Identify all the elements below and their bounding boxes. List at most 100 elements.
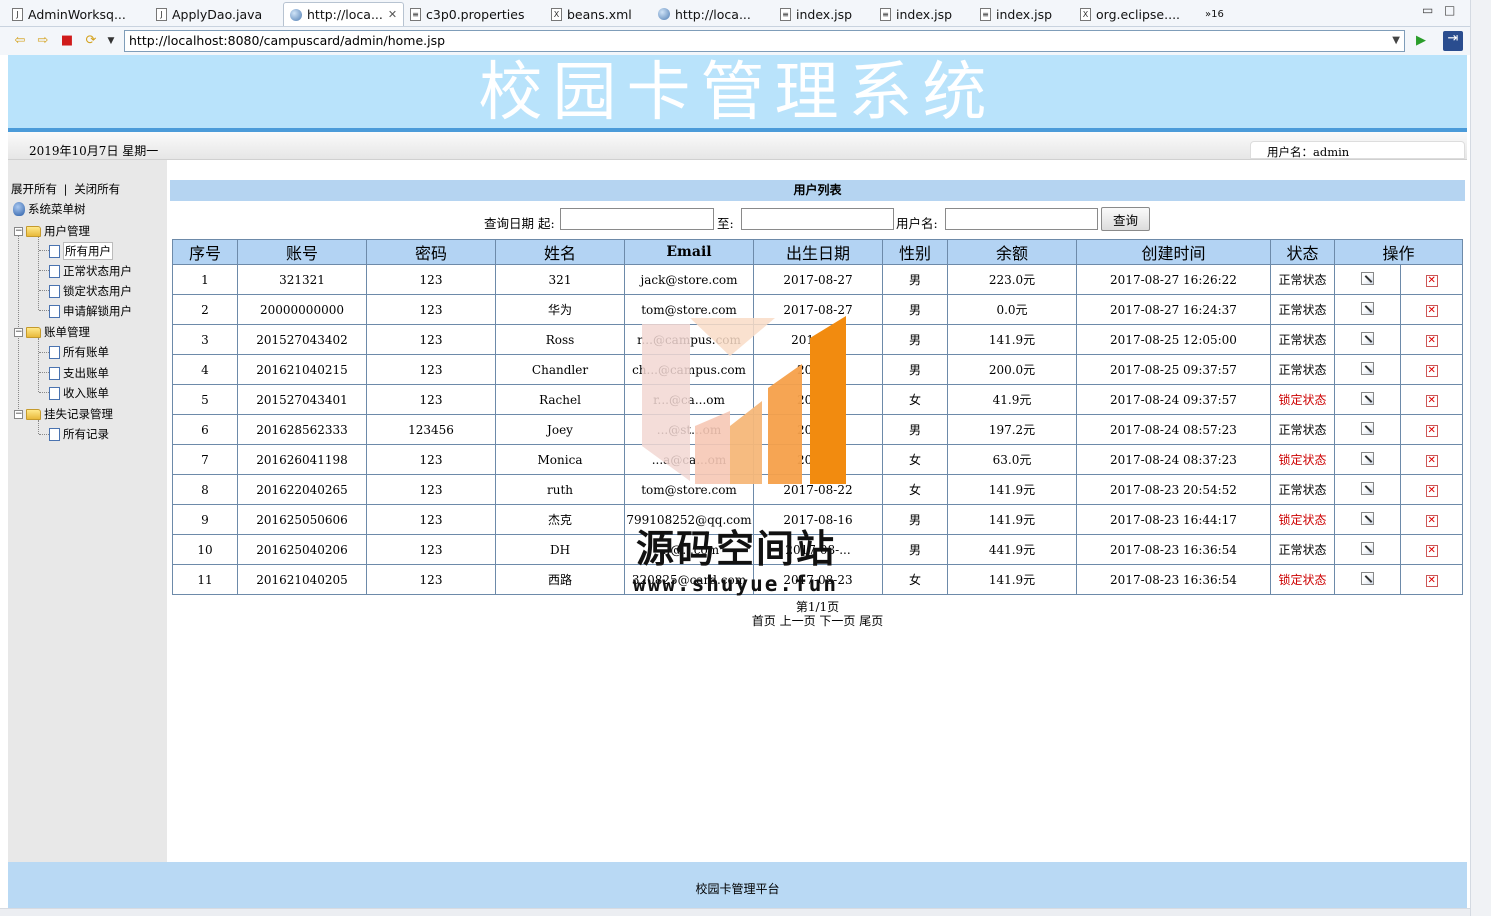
delete-icon[interactable]: ✕ bbox=[1425, 515, 1438, 527]
cell-no: 1 bbox=[172, 264, 238, 295]
tree-root[interactable]: 系统菜单树 bbox=[13, 201, 86, 217]
url-input[interactable]: http://localhost:8080/campuscard/admin/h… bbox=[124, 30, 1405, 52]
cell-balance: 141.9元 bbox=[947, 474, 1077, 505]
sidebar-item-locked-users[interactable]: 锁定状态用户 bbox=[49, 283, 132, 299]
back-arrow-icon[interactable]: ⇦ bbox=[12, 33, 28, 49]
user-table-body: 1 321321 123 321 jack@store.com 2017-08-27 男 22… bbox=[172, 264, 1463, 595]
editor-tab[interactable]: ≡ index.jsp bbox=[980, 2, 1052, 26]
delete-cell: ✕ bbox=[1400, 504, 1463, 535]
close-tab-icon[interactable]: ✕ bbox=[388, 8, 397, 21]
editor-tab-active[interactable]: http://loca... ✕ bbox=[283, 2, 405, 26]
cell-no: 11 bbox=[172, 564, 238, 595]
date-to-input[interactable] bbox=[741, 208, 894, 230]
query-button[interactable]: 查询 bbox=[1101, 207, 1150, 231]
xml-file-icon: X bbox=[1080, 7, 1091, 21]
folder-open-icon bbox=[26, 225, 41, 237]
cell-created: 2017-08-23 16:36:54 bbox=[1076, 534, 1271, 565]
sidebar-item-all-records[interactable]: 所有记录 bbox=[49, 426, 109, 442]
delete-icon[interactable]: ✕ bbox=[1425, 425, 1438, 437]
open-external-icon[interactable]: ⇥ bbox=[1443, 31, 1463, 51]
editor-tab[interactable]: J ApplyDao.java bbox=[156, 2, 262, 26]
sidebar-item-unlock-requests[interactable]: 申请解锁用户 bbox=[49, 303, 132, 319]
edit-icon[interactable] bbox=[1361, 331, 1375, 345]
next-page-link[interactable]: 下一页 bbox=[819, 614, 855, 628]
collapse-minus-icon[interactable]: − bbox=[14, 327, 23, 337]
first-page-link[interactable]: 首页 bbox=[752, 614, 776, 628]
table-row: 9 201625050606 123 杰克 799108252@qq.com 2017-0… bbox=[172, 504, 1463, 535]
edit-icon[interactable] bbox=[1361, 541, 1375, 555]
delete-icon[interactable]: ✕ bbox=[1425, 485, 1438, 497]
cell-no: 3 bbox=[172, 324, 238, 355]
edit-icon[interactable] bbox=[1361, 391, 1375, 405]
edit-icon[interactable] bbox=[1361, 301, 1375, 315]
edit-cell bbox=[1333, 354, 1402, 385]
delete-icon[interactable]: ✕ bbox=[1425, 395, 1438, 407]
sidebar-item-all-bills[interactable]: 所有账单 bbox=[49, 344, 109, 360]
page-icon bbox=[49, 366, 60, 380]
editor-tab[interactable]: http://loca... bbox=[658, 2, 751, 26]
editor-tab[interactable]: ≡ c3p0.properties bbox=[410, 2, 524, 26]
username-search-input[interactable] bbox=[945, 208, 1098, 230]
cell-birth: 2017... bbox=[753, 384, 883, 415]
sidebar-item-income-bills[interactable]: 收入账单 bbox=[49, 385, 109, 401]
sidebar-item-normal-users[interactable]: 正常状态用户 bbox=[49, 263, 132, 279]
edit-icon[interactable] bbox=[1361, 481, 1375, 495]
collapse-all-link[interactable]: 关闭所有 bbox=[74, 182, 120, 196]
sidebar-item-all-users[interactable]: 所有用户 bbox=[49, 242, 113, 260]
edit-icon[interactable] bbox=[1361, 451, 1375, 465]
root-globe-icon bbox=[13, 202, 25, 216]
tab-overflow-button[interactable]: »16 bbox=[1205, 2, 1224, 26]
table-row: 11 201621040205 123 西路 320825@card.com 2017-0… bbox=[172, 564, 1463, 595]
delete-icon[interactable]: ✕ bbox=[1425, 575, 1438, 587]
collapse-minus-icon[interactable]: − bbox=[14, 409, 23, 419]
prev-page-link[interactable]: 上一页 bbox=[780, 614, 816, 628]
edit-icon[interactable] bbox=[1361, 511, 1375, 525]
tree-group-bill-management[interactable]: − 账单管理 bbox=[14, 324, 90, 340]
delete-icon[interactable]: ✕ bbox=[1425, 545, 1438, 557]
delete-icon[interactable]: ✕ bbox=[1425, 275, 1438, 287]
editor-tab[interactable]: J AdminWorksq... bbox=[12, 2, 126, 26]
edit-icon[interactable] bbox=[1361, 421, 1375, 435]
tree-group-user-management[interactable]: − 用户管理 bbox=[14, 223, 90, 239]
edit-cell bbox=[1333, 294, 1402, 325]
cell-account: 20000000000 bbox=[237, 294, 367, 325]
stop-icon[interactable]: ■ bbox=[59, 33, 75, 49]
sidebar-item-expense-bills[interactable]: 支出账单 bbox=[49, 365, 109, 381]
cell-no: 4 bbox=[172, 354, 238, 385]
go-play-icon[interactable]: ▶ bbox=[1413, 33, 1429, 49]
tree-connector bbox=[39, 392, 49, 393]
cell-password: 123 bbox=[366, 444, 496, 475]
editor-tab[interactable]: Xbeans.xml bbox=[551, 2, 632, 26]
minimize-icon[interactable]: ▭ bbox=[1422, 3, 1433, 17]
date-from-input[interactable] bbox=[560, 208, 714, 230]
cell-status: 正常状态 bbox=[1270, 414, 1335, 445]
last-page-link[interactable]: 尾页 bbox=[859, 614, 883, 628]
cell-password: 123 bbox=[366, 264, 496, 295]
editor-tab[interactable]: Xorg.eclipse.... bbox=[1080, 2, 1180, 26]
cell-created: 2017-08-23 20:54:52 bbox=[1076, 474, 1271, 505]
delete-icon[interactable]: ✕ bbox=[1425, 365, 1438, 377]
column-header: 状态 bbox=[1270, 239, 1335, 265]
cell-balance: 141.9元 bbox=[947, 324, 1077, 355]
edit-icon[interactable] bbox=[1361, 271, 1375, 285]
edit-icon[interactable] bbox=[1361, 361, 1375, 375]
edit-cell bbox=[1333, 504, 1402, 535]
delete-cell: ✕ bbox=[1400, 264, 1463, 295]
maximize-icon[interactable]: □ bbox=[1444, 3, 1455, 17]
edit-icon[interactable] bbox=[1361, 571, 1375, 585]
editor-tab[interactable]: ≡ index.jsp bbox=[780, 2, 852, 26]
dropdown-arrow-icon[interactable]: ▼ bbox=[103, 33, 119, 49]
delete-cell: ✕ bbox=[1400, 414, 1463, 445]
tree-group-loss-records[interactable]: − 挂失记录管理 bbox=[14, 406, 113, 422]
collapse-minus-icon[interactable]: − bbox=[14, 226, 23, 236]
delete-icon[interactable]: ✕ bbox=[1425, 305, 1438, 317]
expand-all-link[interactable]: 展开所有 bbox=[11, 182, 57, 196]
date-from-label: 查询日期 起: bbox=[484, 216, 555, 231]
delete-icon[interactable]: ✕ bbox=[1425, 335, 1438, 347]
cell-created: 2017-08-25 09:37:57 bbox=[1076, 354, 1271, 385]
forward-arrow-icon[interactable]: ⇨ bbox=[35, 33, 51, 49]
delete-icon[interactable]: ✕ bbox=[1425, 455, 1438, 467]
refresh-icon[interactable]: ⟳ bbox=[83, 33, 99, 49]
editor-tab[interactable]: ≡ index.jsp bbox=[880, 2, 952, 26]
chevron-down-icon[interactable]: ▼ bbox=[1392, 31, 1400, 51]
